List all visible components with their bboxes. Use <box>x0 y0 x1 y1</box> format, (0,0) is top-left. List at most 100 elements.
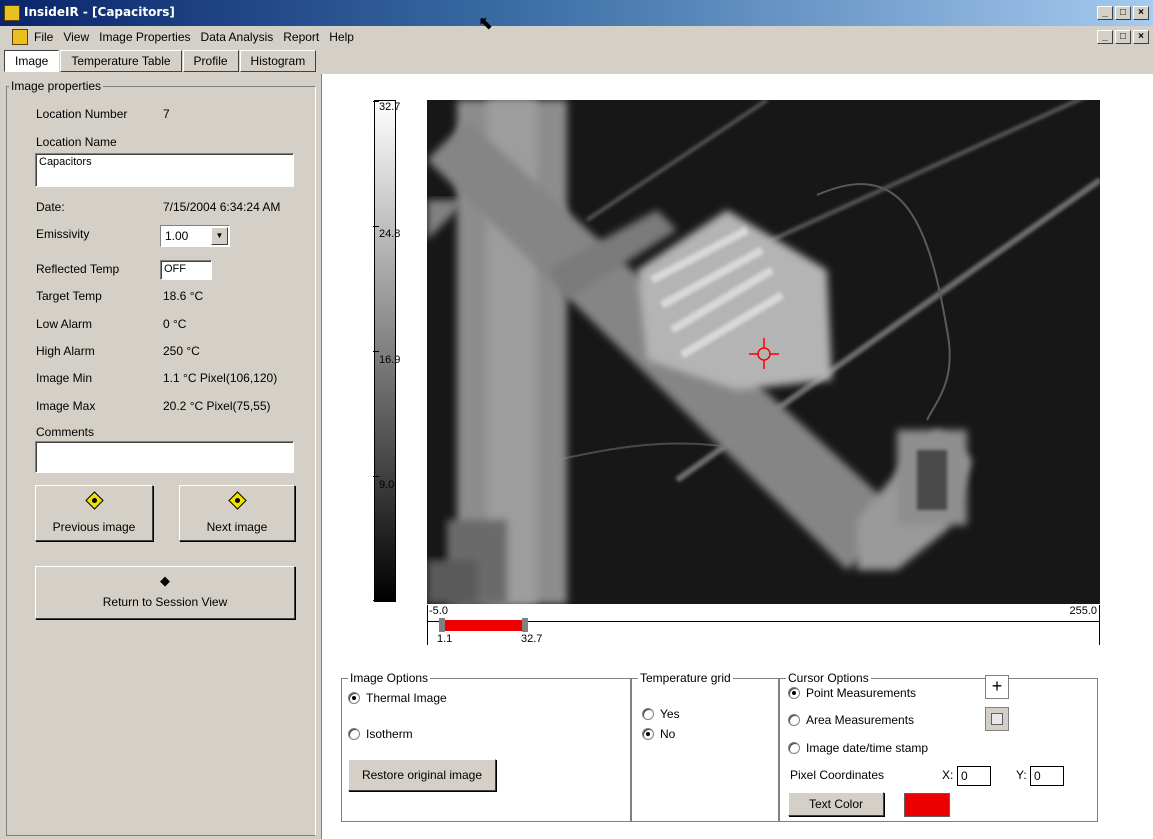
next-image-button[interactable]: Next image <box>179 485 295 541</box>
reflected-temp-field[interactable]: OFF <box>160 260 212 280</box>
colorbar-tick <box>373 351 379 352</box>
tab-temperature-table[interactable]: Temperature Table <box>60 50 182 72</box>
high-alarm-value: 250 °C <box>163 344 200 358</box>
colorbar-tick-label: 9.0 <box>379 479 395 491</box>
tab-image[interactable]: Image <box>4 50 60 72</box>
maximize-button[interactable]: □ <box>1115 6 1131 20</box>
high-alarm-label: High Alarm <box>36 344 95 358</box>
reflected-temp-label: Reflected Temp <box>36 262 120 276</box>
image-max-label: Image Max <box>36 399 96 413</box>
date-label: Date: <box>36 200 65 214</box>
image-min-label: Image Min <box>36 371 93 385</box>
area-measurements-label: Area Measurements <box>806 713 915 727</box>
minimize-button[interactable]: _ <box>1097 6 1113 20</box>
pixel-coordinates-label: Pixel Coordinates <box>790 768 885 782</box>
colorbar-tick <box>373 226 379 227</box>
date-value: 7/15/2004 6:34:24 AM <box>163 200 281 214</box>
temperature-grid-legend: Temperature grid <box>638 671 733 685</box>
emissivity-select[interactable]: 1.00 ▼ <box>160 225 230 247</box>
pixel-x-field[interactable]: 0 <box>957 766 991 786</box>
doc-minimize-button[interactable]: _ <box>1097 30 1113 44</box>
low-alarm-label: Low Alarm <box>36 317 93 331</box>
text-color-swatch[interactable] <box>904 793 950 817</box>
range-selection-bar[interactable] <box>445 620 523 631</box>
area-measurements-radio[interactable]: Area Measurements <box>788 713 914 727</box>
comments-field[interactable] <box>35 441 294 473</box>
pixel-y-field[interactable]: 0 <box>1030 766 1064 786</box>
image-options-legend: Image Options <box>348 671 431 685</box>
colorbar-tick-label: 32.7 <box>379 101 401 113</box>
title-bar: InsideIR - [Capacitors] _ □ × <box>0 0 1153 26</box>
next-image-label: Next image <box>206 520 268 534</box>
colorbar-tick-label: 16.9 <box>379 354 401 366</box>
point-measurements-label: Point Measurements <box>806 686 917 700</box>
restore-original-image-button[interactable]: Restore original image <box>348 759 496 791</box>
temperature-grid-yes-radio[interactable]: Yes <box>642 707 680 721</box>
menu-image-properties[interactable]: Image Properties <box>99 30 190 44</box>
app-icon[interactable] <box>4 5 20 21</box>
previous-image-button[interactable]: Previous image <box>35 485 153 541</box>
colorbar-tick <box>373 476 379 477</box>
chevron-down-icon[interactable]: ▼ <box>211 227 228 245</box>
colorbar-tick-label: 1.1 <box>379 590 395 602</box>
doc-close-button[interactable]: × <box>1133 30 1149 44</box>
image-options-group: Image Options Thermal Image Isotherm Res… <box>341 671 631 822</box>
location-name-label: Location Name <box>36 135 117 149</box>
location-number-value: 7 <box>163 107 170 121</box>
isotherm-radio[interactable]: Isotherm <box>348 727 413 741</box>
doc-restore-button[interactable]: □ <box>1115 30 1131 44</box>
mouse-pointer-icon: ⬉ <box>478 13 494 33</box>
previous-image-label: Previous image <box>52 520 136 534</box>
cursor-options-group: Cursor Options Point Measurements + Area… <box>779 671 1098 822</box>
target-temp-value: 18.6 °C <box>163 289 204 303</box>
comments-label: Comments <box>36 425 95 439</box>
pixel-x-label: X: <box>942 768 954 782</box>
text-color-button[interactable]: Text Color <box>788 792 884 816</box>
image-min-value: 1.1 °C Pixel(106,120) <box>163 371 278 385</box>
menu-bar: File View Image Properties Data Analysis… <box>0 26 1153 48</box>
colorbar-tick-label: 24.8 <box>379 228 401 240</box>
range-min-label: -5.0 <box>429 605 448 617</box>
target-temp-label: Target Temp <box>36 289 102 303</box>
return-to-session-view-button[interactable]: ◆ Return to Session View <box>35 566 295 619</box>
image-properties-legend: Image properties <box>9 79 104 93</box>
range-low-handle[interactable] <box>439 618 445 632</box>
pixel-y-label: Y: <box>1016 768 1027 782</box>
menu-data-analysis[interactable]: Data Analysis <box>201 30 274 44</box>
square-icon[interactable] <box>985 707 1009 731</box>
isotherm-label: Isotherm <box>366 727 413 741</box>
image-date-time-stamp-label: Image date/time stamp <box>806 741 929 755</box>
close-button[interactable]: × <box>1133 6 1149 20</box>
image-max-value: 20.2 °C Pixel(75,55) <box>163 399 271 413</box>
arrow-right-icon <box>227 491 247 510</box>
return-to-session-view-label: Return to Session View <box>102 595 228 609</box>
temperature-grid-no-radio[interactable]: No <box>642 727 675 741</box>
image-properties-group: Image properties Location Number 7 Locat… <box>6 79 316 836</box>
temperature-grid-yes-label: Yes <box>660 707 680 721</box>
location-number-label: Location Number <box>36 107 128 121</box>
location-name-field[interactable]: Capacitors <box>35 153 294 187</box>
menu-view[interactable]: View <box>63 30 89 44</box>
tab-profile[interactable]: Profile <box>182 50 239 72</box>
image-date-time-stamp-radio[interactable]: Image date/time stamp <box>788 741 928 755</box>
window-title: InsideIR - [Capacitors] <box>24 5 175 19</box>
plus-icon[interactable]: + <box>985 675 1009 699</box>
point-measurements-radio[interactable]: Point Measurements <box>788 686 916 700</box>
thermal-image[interactable] <box>427 100 1100 604</box>
temperature-grid-group: Temperature grid Yes No <box>631 671 779 822</box>
range-low-value: 1.1 <box>437 633 453 645</box>
thermal-image-label: Thermal Image <box>366 691 447 705</box>
tab-histogram[interactable]: Histogram <box>239 50 317 72</box>
menu-file[interactable]: File <box>34 30 53 44</box>
emissivity-label: Emissivity <box>36 227 90 241</box>
tab-bar: Image Temperature Table Profile Histogra… <box>4 50 317 72</box>
menu-help[interactable]: Help <box>329 30 354 44</box>
cursor-options-legend: Cursor Options <box>786 671 871 685</box>
menu-report[interactable]: Report <box>283 30 319 44</box>
arrow-left-icon <box>84 491 104 510</box>
temperature-range-scale: -5.0 255.0 1.1 32.7 <box>427 605 1100 645</box>
thermal-image-radio[interactable]: Thermal Image <box>348 691 447 705</box>
document-icon[interactable] <box>12 29 28 45</box>
temperature-grid-no-label: No <box>660 727 676 741</box>
range-high-handle[interactable] <box>522 618 528 632</box>
